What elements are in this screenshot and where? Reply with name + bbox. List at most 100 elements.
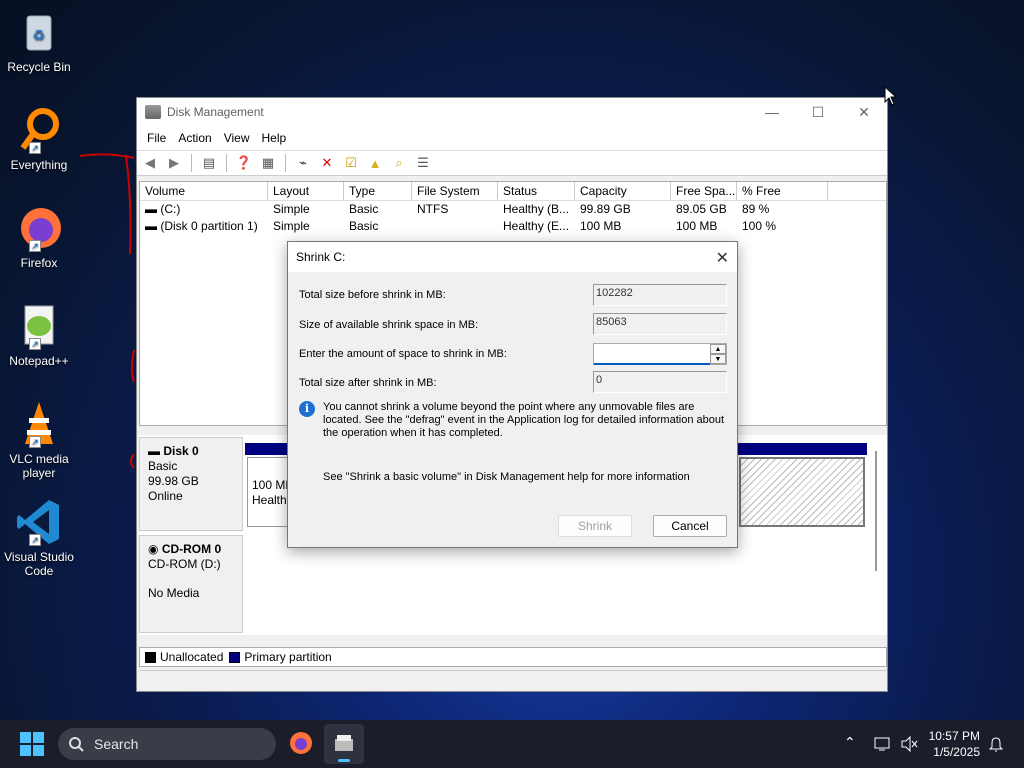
cell-type: Basic	[349, 219, 379, 233]
properties-icon[interactable]: ▦	[259, 155, 277, 171]
column-layout[interactable]: Layout	[268, 182, 344, 200]
dialog-close-button[interactable]: ✕	[716, 248, 729, 268]
show-hide-console-tree-icon[interactable]: ▤	[200, 155, 218, 171]
available-field: 85063	[593, 313, 727, 335]
cell-status: Healthy (B...	[503, 202, 570, 216]
c-partition-hatched[interactable]	[739, 457, 865, 527]
start-button[interactable]	[20, 732, 44, 756]
column-percent-free[interactable]: % Free	[737, 182, 828, 200]
disk0-label[interactable]: ▬ Disk 0 Basic 99.98 GB Online	[139, 437, 243, 531]
search-folder-icon[interactable]: ⌕	[390, 155, 408, 171]
desktop-icon-notepadpp[interactable]: ↗ Notepad++	[0, 302, 78, 368]
spin-up-icon[interactable]: ▲	[710, 344, 726, 354]
cdrom0-media: No Media	[148, 586, 200, 600]
status-bar	[139, 670, 887, 690]
svg-text:♻: ♻	[33, 27, 46, 43]
minimize-button[interactable]: —	[749, 98, 795, 126]
desktop-icon-firefox[interactable]: ↗ Firefox	[0, 204, 78, 270]
delete-icon[interactable]: ✕	[318, 155, 336, 171]
dialog-title-bar[interactable]: Shrink C: ✕	[288, 242, 737, 272]
taskbar-firefox[interactable]	[288, 730, 314, 756]
cell-percent-free: 100 %	[742, 219, 777, 233]
search-icon	[69, 737, 84, 752]
drive-icon: ▬	[145, 202, 161, 216]
shrink-dialog: Shrink C: ✕ Total size before shrink in …	[287, 241, 738, 548]
cell-volume: (C:)	[160, 202, 181, 216]
volume-muted-icon[interactable]	[900, 736, 918, 752]
menu-bar: File Action View Help	[137, 126, 887, 150]
search-label: Search	[94, 736, 139, 752]
clock-date: 1/5/2025	[933, 745, 980, 759]
disk0-state: Online	[148, 489, 183, 503]
cdrom0-name: CD-ROM 0	[161, 542, 222, 556]
amount-label: Enter the amount of space to shrink in M…	[299, 348, 507, 360]
clock[interactable]: 10:57 PM 1/5/2025	[929, 728, 980, 760]
spin-down-icon[interactable]: ▼	[710, 354, 726, 364]
shrink-amount-stepper[interactable]: ▲ ▼	[593, 343, 727, 365]
forward-arrow-icon[interactable]: ▶	[165, 155, 183, 171]
desktop-icon-everything[interactable]: ↗ Everything	[0, 106, 78, 172]
vscode-icon: ↗	[15, 498, 63, 546]
unallocated-swatch	[145, 652, 156, 664]
column-volume[interactable]: Volume	[140, 182, 268, 200]
cancel-button[interactable]: Cancel	[653, 515, 727, 537]
list-view-icon[interactable]: ☰	[414, 155, 432, 171]
notification-bell-icon[interactable]	[988, 736, 1004, 752]
cell-file-system: NTFS	[417, 202, 449, 216]
shrink-button[interactable]: Shrink	[558, 515, 632, 537]
close-button[interactable]: ✕	[841, 98, 887, 126]
disk-management-icon	[145, 105, 161, 119]
after-field: 0	[593, 371, 727, 393]
menu-action[interactable]: Action	[172, 131, 217, 145]
cell-volume: (Disk 0 partition 1)	[160, 219, 258, 233]
cell-layout: Simple	[273, 219, 310, 233]
desktop-icon-label: Visual Studio Code	[4, 550, 74, 578]
recycle-bin-icon: ♻	[15, 8, 63, 56]
available-label: Size of available shrink space in MB:	[299, 319, 479, 331]
menu-help[interactable]: Help	[256, 131, 293, 145]
taskbar-search[interactable]: Search	[58, 728, 276, 760]
legend-primary: Primary partition	[244, 650, 332, 664]
shortcut-arrow-icon: ↗	[29, 534, 41, 546]
volume-list-header: Volume Layout Type File System Status Ca…	[140, 182, 886, 201]
primary-swatch	[229, 652, 241, 664]
desktop-icon-recycle-bin[interactable]: ♻ Recycle Bin	[0, 8, 78, 74]
table-row[interactable]: ▬ (Disk 0 partition 1) Simple Basic Heal…	[140, 218, 886, 235]
active-indicator	[338, 759, 350, 762]
shortcut-arrow-icon: ↗	[29, 142, 41, 154]
taskbar-disk-management[interactable]	[324, 724, 364, 764]
table-row[interactable]: ▬ (C:) Simple Basic NTFS Healthy (B... 9…	[140, 201, 886, 218]
info-icon: i	[299, 401, 315, 417]
network-icon[interactable]	[874, 736, 892, 752]
chevron-up-icon[interactable]: ⌃	[844, 734, 856, 751]
cell-layout: Simple	[273, 202, 310, 216]
shrink-amount-input[interactable]	[594, 344, 710, 365]
back-arrow-icon[interactable]: ◀	[141, 155, 159, 171]
connect-drive-icon[interactable]: ⌁	[294, 155, 312, 171]
firefox-icon	[290, 732, 312, 754]
column-status[interactable]: Status	[498, 182, 575, 200]
column-free-space[interactable]: Free Spa...	[671, 182, 737, 200]
desktop-icon-label: Recycle Bin	[7, 60, 71, 74]
menu-file[interactable]: File	[141, 131, 172, 145]
everything-icon: ↗	[15, 106, 63, 154]
help-icon[interactable]: ❓	[235, 155, 253, 171]
folder-up-icon[interactable]: ▲	[366, 155, 384, 171]
vertical-scrollbar[interactable]	[875, 451, 877, 571]
vlc-cone-icon: ↗	[15, 400, 63, 448]
help-message: See "Shrink a basic volume" in Disk Mana…	[323, 471, 690, 483]
desktop-icon-vlc[interactable]: ↗ VLC media player	[0, 400, 78, 480]
taskbar: Search ⌃ 10:57 PM 1/5/2025	[0, 720, 1024, 768]
menu-view[interactable]: View	[218, 131, 256, 145]
cell-percent-free: 89 %	[742, 202, 770, 216]
check-icon[interactable]: ☑	[342, 155, 360, 171]
cell-free-space: 89.05 GB	[676, 202, 727, 216]
column-type[interactable]: Type	[344, 182, 412, 200]
column-file-system[interactable]: File System	[412, 182, 498, 200]
title-bar[interactable]: Disk Management — ☐ ✕	[137, 98, 887, 126]
maximize-button[interactable]: ☐	[795, 98, 841, 126]
column-capacity[interactable]: Capacity	[575, 182, 671, 200]
cdrom0-label[interactable]: ◉ CD-ROM 0 CD-ROM (D:) No Media	[139, 535, 243, 633]
total-before-label: Total size before shrink in MB:	[299, 289, 446, 301]
desktop-icon-vscode[interactable]: ↗ Visual Studio Code	[0, 498, 78, 578]
